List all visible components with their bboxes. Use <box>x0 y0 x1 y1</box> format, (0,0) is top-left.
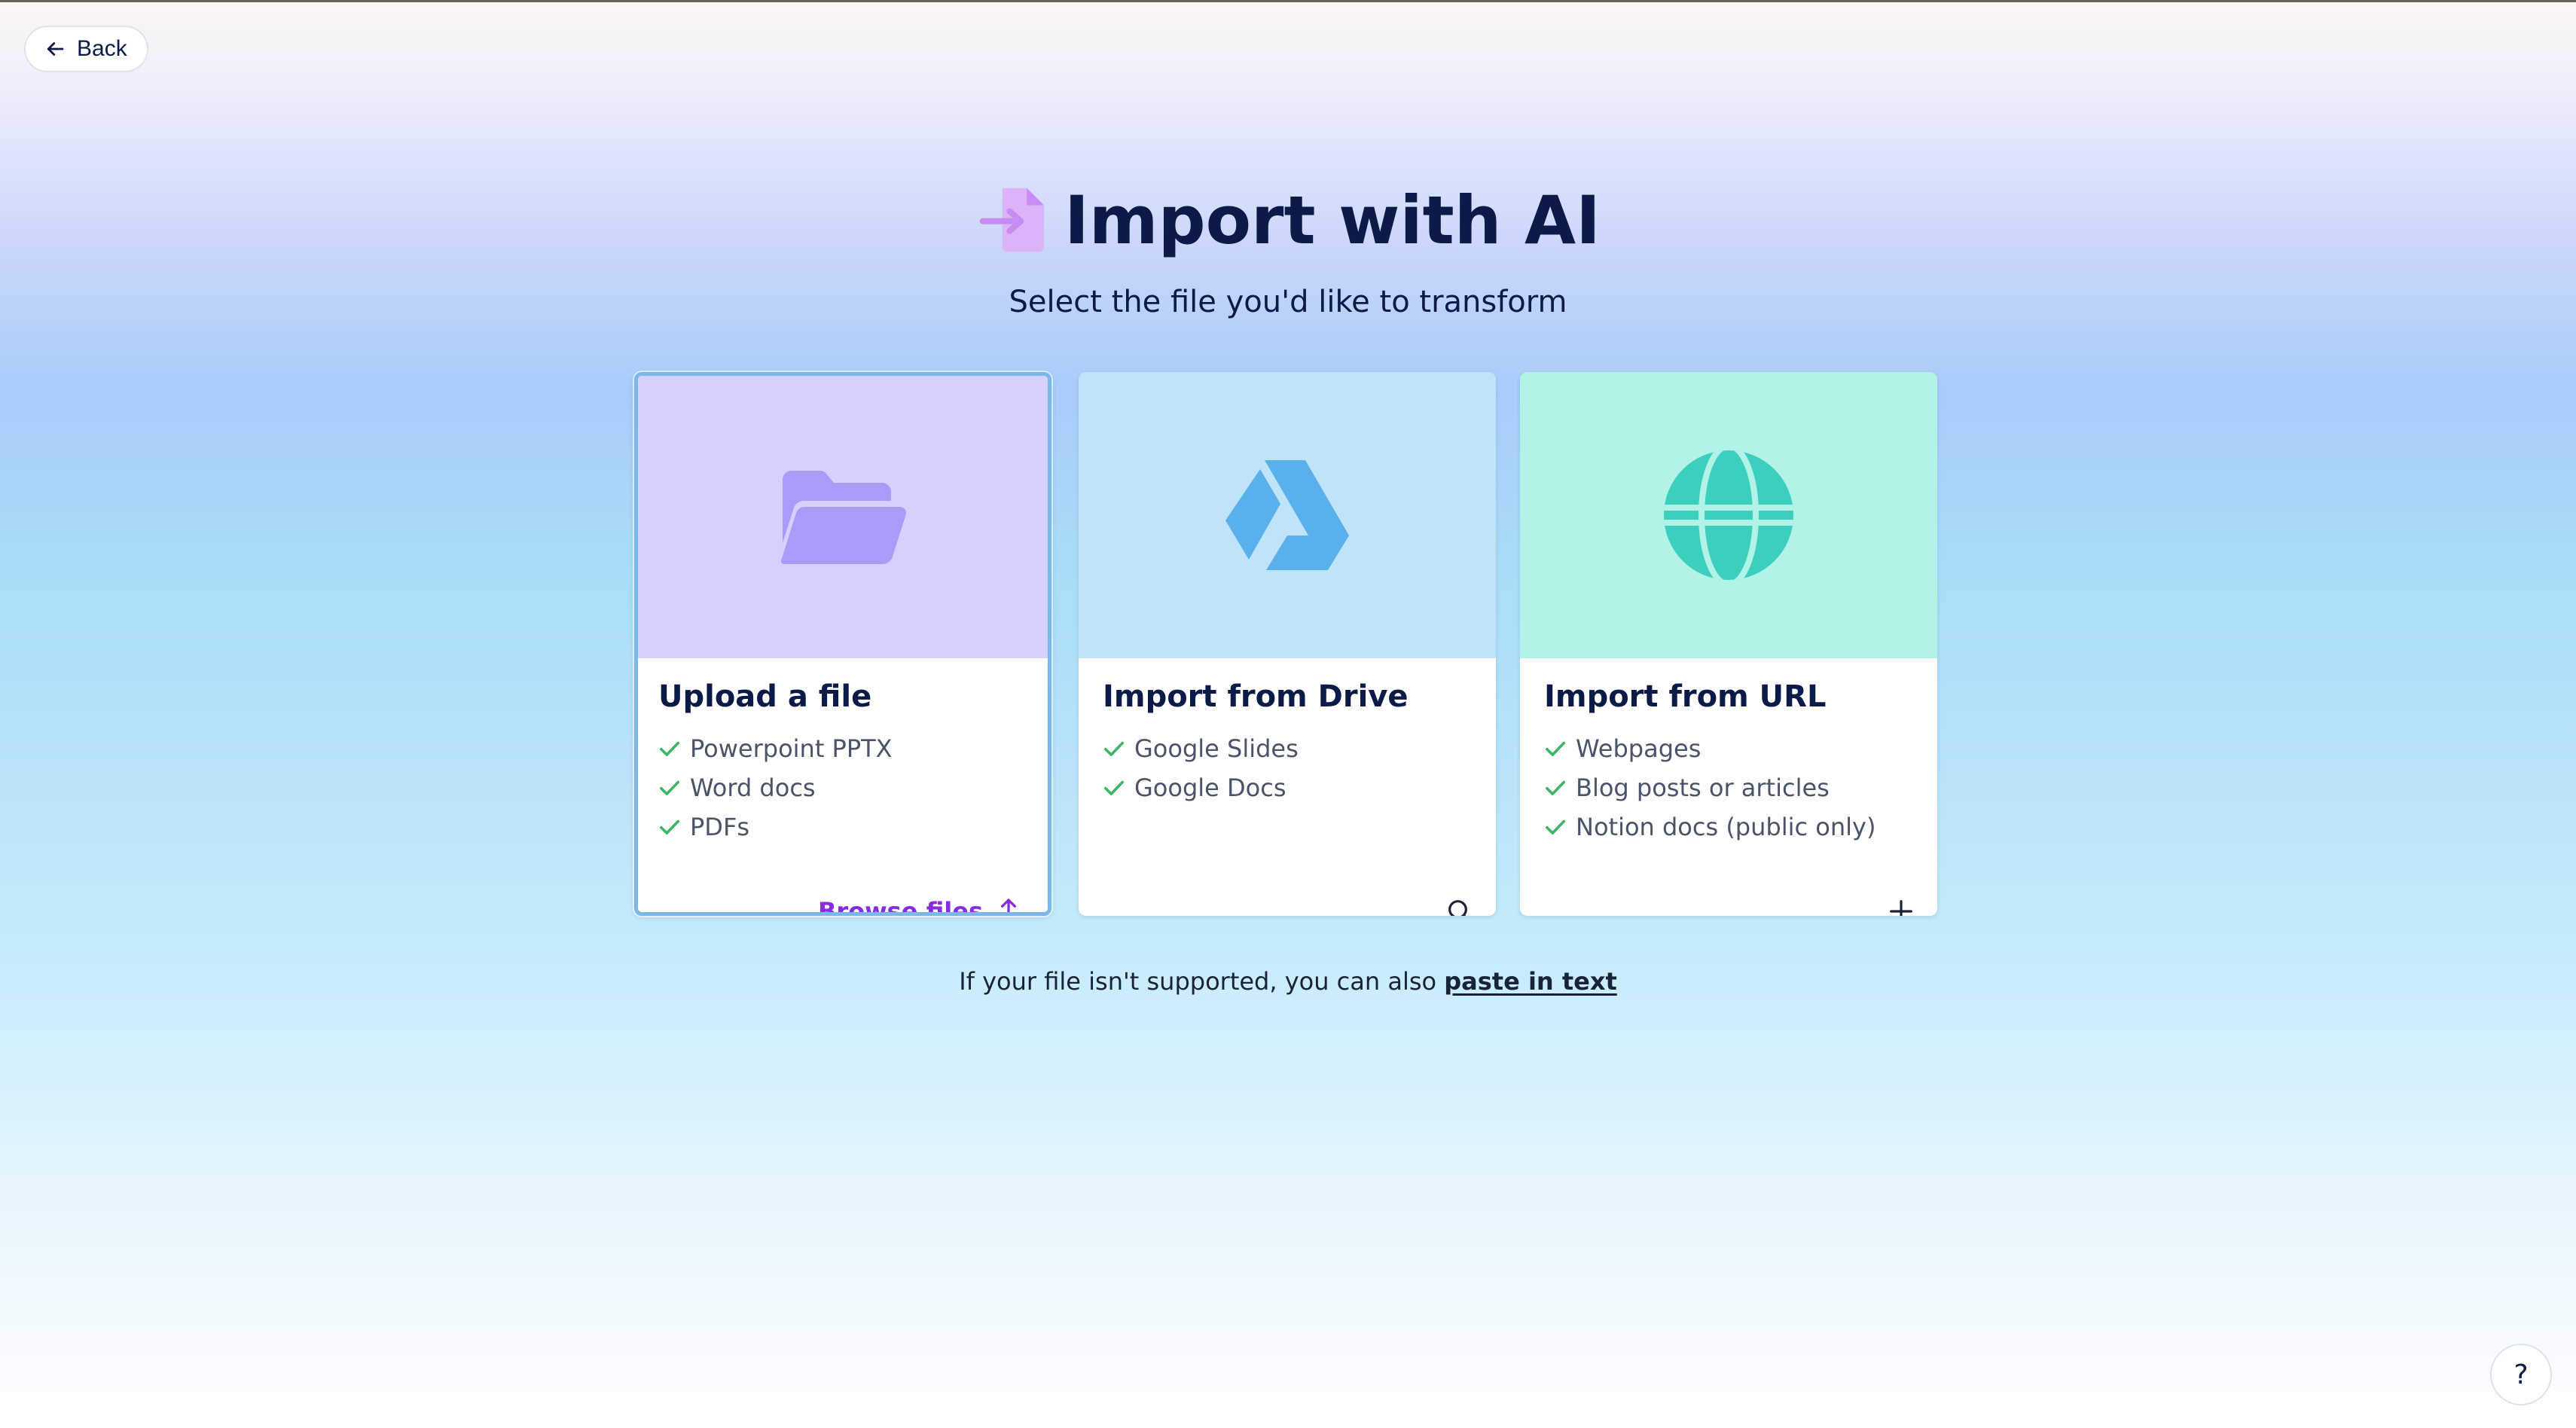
browse-files-button[interactable]: Browse files <box>817 896 1024 916</box>
import-drive-card-hero <box>1079 372 1496 658</box>
google-drive-icon <box>1225 460 1349 570</box>
unsupported-file-note: If your file isn't supported, you can al… <box>0 967 2576 996</box>
paste-in-text-link[interactable]: paste in text <box>1444 967 1617 996</box>
feature-label: Webpages <box>1576 734 1702 763</box>
back-button-label: Back <box>77 36 127 61</box>
arrow-left-icon <box>47 42 64 56</box>
card-title: Import from URL <box>1544 679 1827 714</box>
check-icon <box>1546 741 1565 756</box>
feature-label: Word docs <box>690 774 816 802</box>
upload-file-card[interactable]: Upload a file Powerpoint PPTX Word docs … <box>634 372 1051 916</box>
feature-item: Webpages <box>1544 729 1915 768</box>
upload-file-card-body: Upload a file Powerpoint PPTX Word docs … <box>638 658 1048 912</box>
help-question-icon: ? <box>2513 1359 2529 1390</box>
import-drive-card-body: Import from Drive Google Slides Google D… <box>1079 658 1496 916</box>
check-icon <box>660 741 679 756</box>
feature-item: Notion docs (public only) <box>1544 807 1915 847</box>
feature-item: Blog posts or articles <box>1544 768 1915 807</box>
file-import-icon <box>979 188 1045 252</box>
import-url-card-hero <box>1520 372 1937 658</box>
back-button[interactable]: Back <box>24 26 148 72</box>
upload-file-card-hero <box>638 376 1048 658</box>
add-url-button[interactable] <box>1886 896 1916 916</box>
check-icon <box>1546 780 1565 795</box>
feature-item: PDFs <box>658 807 1029 847</box>
help-button[interactable]: ? <box>2490 1344 2552 1405</box>
globe-icon <box>1664 450 1793 580</box>
check-icon <box>660 780 679 795</box>
card-title: Import from Drive <box>1103 679 1409 714</box>
top-border-line <box>0 0 2576 2</box>
search-icon <box>1448 900 1467 916</box>
feature-item: Powerpoint PPTX <box>658 729 1029 768</box>
page-heading: Import with AI <box>0 181 2576 259</box>
import-drive-card[interactable]: Import from Drive Google Slides Google D… <box>1079 372 1496 916</box>
page-subtitle: Select the file you'd like to transform <box>1009 285 1567 319</box>
feature-label: PDFs <box>690 813 750 841</box>
feature-label: Google Slides <box>1134 734 1299 763</box>
import-url-card-body: Import from URL Webpages Blog posts or a… <box>1520 658 1937 916</box>
folder-open-icon <box>780 470 907 564</box>
feature-item: Google Slides <box>1103 729 1473 768</box>
feature-item: Google Docs <box>1103 768 1473 807</box>
plus-icon <box>1890 900 1912 916</box>
card-title: Upload a file <box>658 679 872 714</box>
feature-label: Notion docs (public only) <box>1576 813 1876 841</box>
feature-label: Blog posts or articles <box>1576 774 1830 802</box>
check-icon <box>1546 819 1565 835</box>
check-icon <box>1104 741 1124 756</box>
feature-label: Powerpoint PPTX <box>690 734 893 763</box>
feature-item: Word docs <box>658 768 1029 807</box>
check-icon <box>1104 780 1124 795</box>
footer-note-text: If your file isn't supported, you can al… <box>959 967 1437 996</box>
browse-files-label: Browse files <box>817 897 983 916</box>
import-url-card[interactable]: Import from URL Webpages Blog posts or a… <box>1520 372 1937 916</box>
upload-icon <box>1001 899 1016 912</box>
check-icon <box>660 819 679 835</box>
feature-label: Google Docs <box>1134 774 1286 802</box>
page-title: Import with AI <box>1064 181 1601 259</box>
drive-search-button[interactable] <box>1445 896 1475 916</box>
